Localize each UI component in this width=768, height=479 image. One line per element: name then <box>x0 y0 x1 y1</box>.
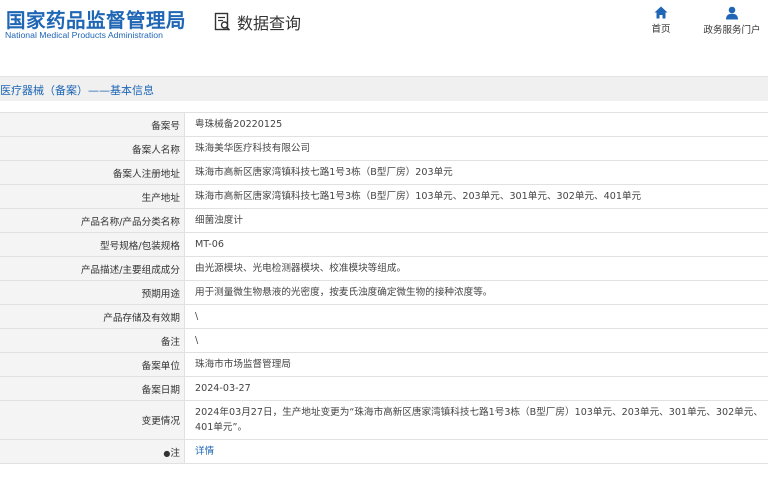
table-row: 型号规格/包装规格 MT-06 <box>0 232 768 257</box>
data-query-link[interactable]: 数据查询 <box>214 10 301 34</box>
logo-chinese[interactable]: 国家药品监督管理局 <box>6 4 186 33</box>
header-divider <box>0 64 768 76</box>
row-value: 详情 <box>184 439 768 464</box>
table-row: 备案日期 2024-03-27 <box>0 376 768 401</box>
row-label: 生产地址 <box>0 184 185 209</box>
table-row: 备案号 粤珠械备20220125 <box>0 112 768 137</box>
row-value: MT-06 <box>184 232 768 257</box>
document-search-icon <box>214 12 231 31</box>
row-value: \ <box>184 304 768 329</box>
logo-english[interactable]: National Medical Products Administration <box>5 30 163 40</box>
nav-service-portal-label: 政务服务门户 <box>703 25 761 36</box>
nav-service-portal[interactable]: 政务服务门户 <box>697 6 767 36</box>
row-label: 备案单位 <box>0 352 185 377</box>
table-row: 预期用途 用于测量微生物悬液的光密度，按麦氏浊度确定微生物的接种浓度等。 <box>0 280 768 305</box>
nav-home[interactable]: 首页 <box>626 6 696 35</box>
row-label: 备注 <box>0 328 185 353</box>
row-label: 预期用途 <box>0 280 185 305</box>
data-query-label: 数据查询 <box>237 14 302 33</box>
row-label-note: ●注 <box>0 439 185 464</box>
row-value: 珠海市高新区唐家湾镇科技七路1号3栋（B型厂房）203单元 <box>184 160 768 185</box>
user-icon <box>726 6 738 20</box>
details-link[interactable]: 详情 <box>195 446 214 457</box>
row-value: 2024年03月27日，生产地址变更为“珠海市高新区唐家湾镇科技七路1号3栋（B… <box>184 400 768 440</box>
table-row: 产品存储及有效期 \ <box>0 304 768 329</box>
row-value: 珠海市市场监督管理局 <box>184 352 768 377</box>
table-row: 备案人名称 珠海美华医疗科技有限公司 <box>0 136 768 161</box>
row-value: 珠海市高新区唐家湾镇科技七路1号3栋（B型厂房）103单元、203单元、301单… <box>184 184 768 209</box>
row-value: 用于测量微生物悬液的光密度，按麦氏浊度确定微生物的接种浓度等。 <box>184 280 768 305</box>
row-value: 粤珠械备20220125 <box>184 112 768 137</box>
record-info-table: 备案号 粤珠械备20220125 备案人名称 珠海美华医疗科技有限公司 备案人注册地… <box>0 112 768 464</box>
row-label: 型号规格/包装规格 <box>0 232 185 257</box>
row-label: 备案人名称 <box>0 136 185 161</box>
nav-home-label: 首页 <box>651 24 671 35</box>
row-label: 备案人注册地址 <box>0 160 185 185</box>
row-label: 备案日期 <box>0 376 185 401</box>
table-row: 产品描述/主要组成成分 由光源模块、光电检测器模块、校准模块等组成。 <box>0 256 768 281</box>
row-label: 产品名称/产品分类名称 <box>0 208 185 233</box>
home-icon <box>654 6 668 19</box>
row-value: 珠海美华医疗科技有限公司 <box>184 136 768 161</box>
row-label: 备案号 <box>0 112 185 137</box>
row-value: \ <box>184 328 768 353</box>
row-value: 2024-03-27 <box>184 376 768 401</box>
note-label: 注 <box>170 447 180 459</box>
table-row: 变更情况 2024年03月27日，生产地址变更为“珠海市高新区唐家湾镇科技七路1号… <box>0 400 768 440</box>
section-title: 医疗器械（备案）——基本信息 <box>0 84 154 97</box>
row-label: 产品描述/主要组成成分 <box>0 256 185 281</box>
row-value: 由光源模块、光电检测器模块、校准模块等组成。 <box>184 256 768 281</box>
table-row: 备案人注册地址 珠海市高新区唐家湾镇科技七路1号3栋（B型厂房）203单元 <box>0 160 768 185</box>
section-header: 医疗器械（备案）——基本信息 <box>0 76 768 101</box>
row-label: 变更情况 <box>0 400 185 440</box>
table-row: ●注 详情 <box>0 439 768 464</box>
row-value: 细菌浊度计 <box>184 208 768 233</box>
table-row: 产品名称/产品分类名称 细菌浊度计 <box>0 208 768 233</box>
table-row: 备案单位 珠海市市场监督管理局 <box>0 352 768 377</box>
site-header: 国家药品监督管理局 National Medical Products Admi… <box>0 0 768 64</box>
spacer <box>0 101 768 112</box>
table-row: 备注 \ <box>0 328 768 353</box>
table-row: 生产地址 珠海市高新区唐家湾镇科技七路1号3栋（B型厂房）103单元、203单元、… <box>0 184 768 209</box>
row-label: 产品存储及有效期 <box>0 304 185 329</box>
